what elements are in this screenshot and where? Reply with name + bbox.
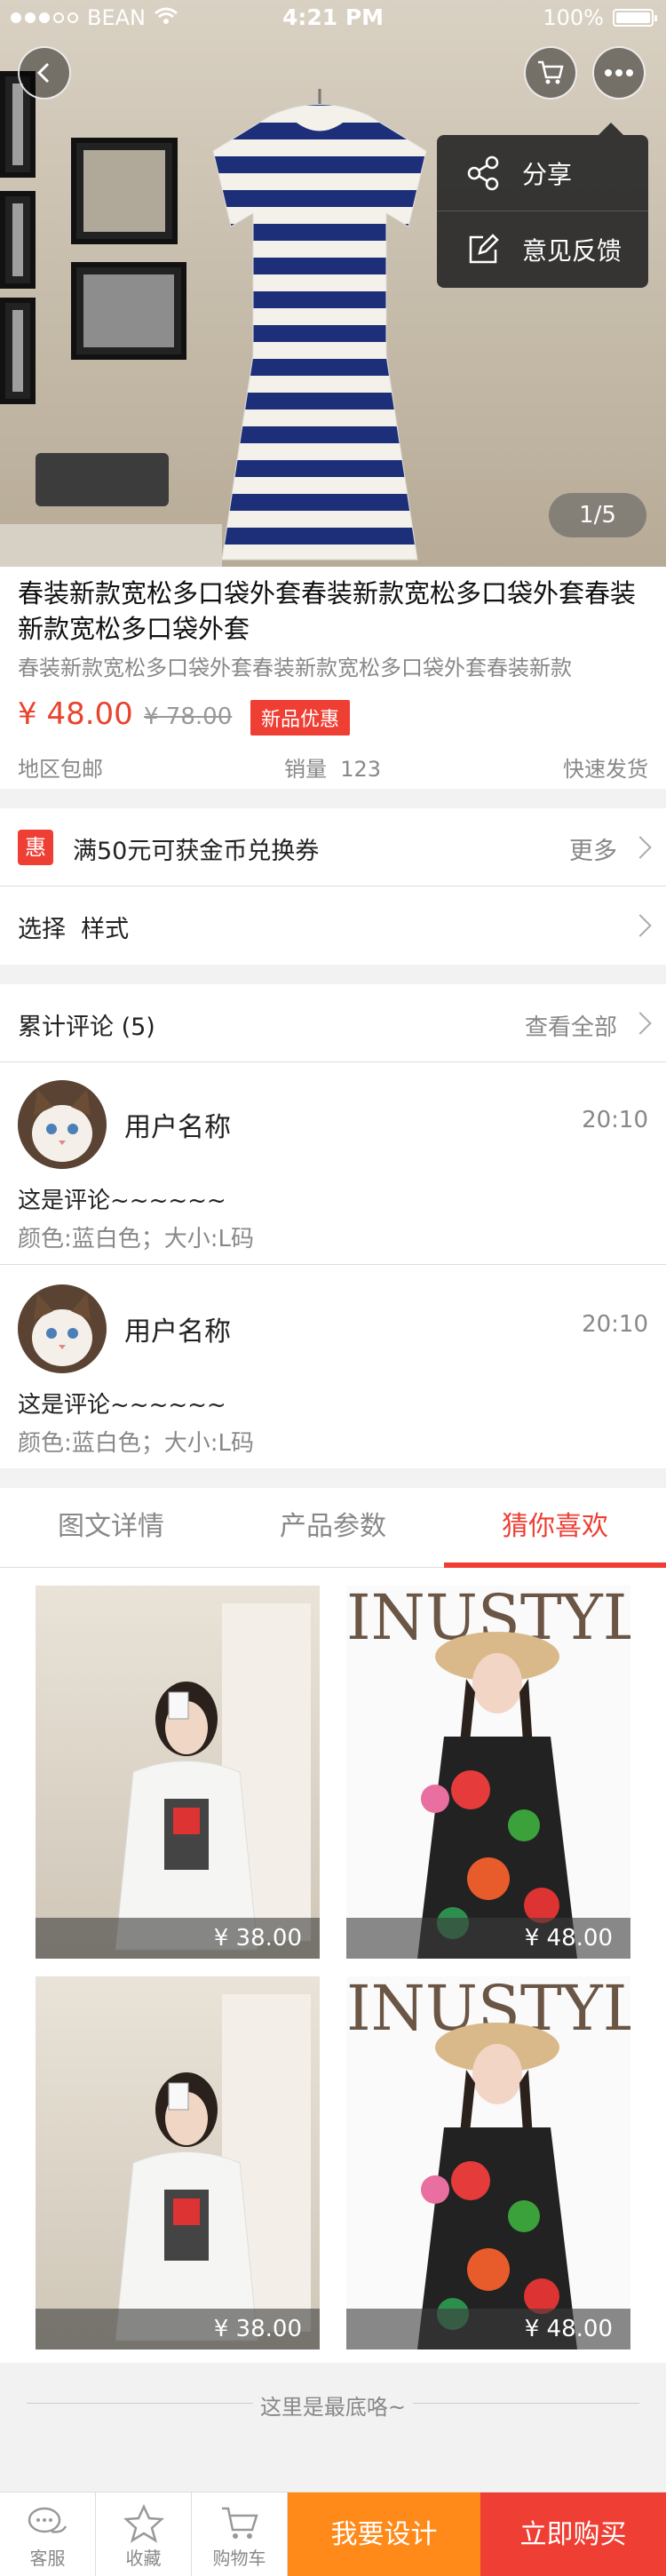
menu-item-feedback[interactable]: 意见反馈 xyxy=(437,211,648,288)
image-counter: 1/5 xyxy=(549,493,646,537)
detail-tabs: 图文详情 产品参数 猜你喜欢 xyxy=(0,1488,666,1568)
review-item: 用户名称 20:10 这是评论~~~~~~ 颜色:蓝白色；大小:L码 xyxy=(0,1267,666,1469)
edit-icon xyxy=(460,227,506,273)
menu-item-label: 分享 xyxy=(522,159,573,189)
reviews-header[interactable]: 累计评论 (5) 查看全部 xyxy=(0,984,666,1062)
product-old-price: ¥ 78.00 xyxy=(144,704,233,730)
product-image xyxy=(36,1976,320,2349)
battery-icon xyxy=(613,9,657,27)
end-of-list-text: 这里是最底咯~ xyxy=(259,2395,407,2420)
sales-info: 销量 123 xyxy=(284,751,381,783)
product-info: 春装新款宽松多口袋外套春装新款宽松多口袋外套春装新款宽松多口袋外套 春装新款宽松… xyxy=(0,567,666,789)
review-text: 这是评论~~~~~~ xyxy=(18,1392,226,1419)
chevron-left-icon xyxy=(36,62,50,83)
service-label: 客服 xyxy=(29,2548,66,2569)
cart-icon xyxy=(538,60,564,84)
tab-recommend[interactable]: 猜你喜欢 xyxy=(444,1488,666,1568)
more-popup-menu: 分享 意见反馈 xyxy=(437,123,648,288)
customer-service-button[interactable]: 客服 xyxy=(0,2493,96,2576)
cart-button[interactable] xyxy=(524,46,577,99)
product-price: ¥ 48.00 xyxy=(18,696,133,732)
chevron-right-icon xyxy=(629,914,652,937)
more-dots-icon xyxy=(605,69,633,76)
recommend-grid: ¥ 38.00 INUSTYLE ¥ 48.00 ¥ 38.00 INUSTYL… xyxy=(0,1568,666,2363)
end-of-list: 这里是最底咯~ xyxy=(0,2363,666,2496)
shipping-info: 地区包邮 xyxy=(18,757,103,782)
divider xyxy=(413,2403,639,2404)
product-price: ¥ 48.00 xyxy=(346,1918,630,1959)
chevron-right-icon xyxy=(629,835,652,859)
sales-count: 123 xyxy=(340,757,382,782)
cart-nav-button[interactable]: 购物车 xyxy=(192,2493,288,2576)
product-price: ¥ 48.00 xyxy=(346,2309,630,2349)
bottom-action-bar: 客服 收藏 购物车 我要设计 立即购买 xyxy=(0,2492,666,2576)
share-icon xyxy=(460,150,506,196)
menu-item-label: 意见反馈 xyxy=(522,236,622,266)
more-button[interactable] xyxy=(592,46,646,99)
style-select-row[interactable]: 选择 样式 xyxy=(0,886,666,965)
sales-label: 销量 xyxy=(284,757,327,782)
review-text: 这是评论~~~~~~ xyxy=(18,1188,226,1214)
favorite-button[interactable]: 收藏 xyxy=(96,2493,192,2576)
promo-more: 更多 xyxy=(569,838,617,865)
review-time: 20:10 xyxy=(582,1311,648,1338)
select-title: 选择 xyxy=(18,916,66,943)
product-card[interactable]: INUSTYLE ¥ 48.00 xyxy=(346,1586,630,1959)
favorite-label: 收藏 xyxy=(125,2548,162,2569)
select-label: 选择 样式 xyxy=(18,910,129,944)
chat-icon xyxy=(24,2500,72,2548)
reviews-title: 累计评论 (5) xyxy=(18,1007,155,1042)
avatar xyxy=(18,1284,107,1373)
product-image: INUSTYLE xyxy=(346,1976,630,2349)
battery-percent: 100% xyxy=(543,5,604,30)
promo-text: 满50元可获金币兑换券 xyxy=(73,838,320,865)
tab-details[interactable]: 图文详情 xyxy=(0,1488,222,1567)
wall-frame-decor xyxy=(71,262,186,360)
product-card[interactable]: ¥ 38.00 xyxy=(36,1976,320,2349)
discount-icon: 惠 xyxy=(18,830,53,865)
wall-frame-decor xyxy=(0,191,36,289)
chevron-right-icon xyxy=(629,1012,652,1035)
product-card[interactable]: INUSTYLE ¥ 48.00 xyxy=(346,1976,630,2349)
product-image xyxy=(36,1586,320,1959)
cart-label: 购物车 xyxy=(212,2548,266,2569)
buy-now-button[interactable]: 立即购买 xyxy=(480,2493,666,2576)
star-icon xyxy=(120,2500,168,2548)
reviews-count: (5) xyxy=(121,1014,155,1041)
delivery-info: 快速发货 xyxy=(563,757,648,782)
product-price: ¥ 38.00 xyxy=(36,1918,320,1959)
product-title: 春装新款宽松多口袋外套春装新款宽松多口袋外套春装新款宽松多口袋外套 xyxy=(18,578,637,644)
review-spec: 颜色:蓝白色；大小:L码 xyxy=(18,1430,255,1457)
status-bar: BEAN 4:21 PM 100% xyxy=(0,0,666,36)
dress-image xyxy=(186,89,453,564)
design-button[interactable]: 我要设计 xyxy=(288,2493,480,2576)
avatar xyxy=(18,1080,107,1169)
typewriter-decor xyxy=(36,453,169,506)
wall-frame-decor xyxy=(71,138,178,244)
review-username: 用户名称 xyxy=(124,1316,231,1348)
review-time: 20:10 xyxy=(582,1107,648,1133)
select-value: 样式 xyxy=(81,916,130,943)
review-item: 用户名称 20:10 这是评论~~~~~~ 颜色:蓝白色；大小:L码 xyxy=(0,1062,666,1265)
product-image: INUSTYLE xyxy=(346,1586,630,1959)
menu-item-share[interactable]: 分享 xyxy=(437,135,648,211)
tab-params[interactable]: 产品参数 xyxy=(222,1488,444,1567)
back-button[interactable] xyxy=(18,46,71,99)
promo-row[interactable]: 惠 满50元可获金币兑换券 更多 xyxy=(0,808,666,886)
reviews-title-text: 累计评论 xyxy=(18,1014,114,1041)
wall-frame-decor xyxy=(0,298,36,404)
product-subtitle: 春装新款宽松多口袋外套春装新款宽松多口袋外套春装新款 xyxy=(18,656,572,680)
product-price: ¥ 38.00 xyxy=(36,2309,320,2349)
review-spec: 颜色:蓝白色；大小:L码 xyxy=(18,1226,255,1252)
view-all-reviews-link[interactable]: 查看全部 xyxy=(525,1009,617,1042)
new-product-badge: 新品优惠 xyxy=(250,700,351,735)
review-username: 用户名称 xyxy=(124,1112,231,1143)
reviews-section: 累计评论 (5) 查看全部 用户名称 20:10 这是评论~~~~~~ 颜色:蓝… xyxy=(0,984,666,1468)
cart-icon xyxy=(216,2500,264,2548)
product-card[interactable]: ¥ 38.00 xyxy=(36,1586,320,1959)
